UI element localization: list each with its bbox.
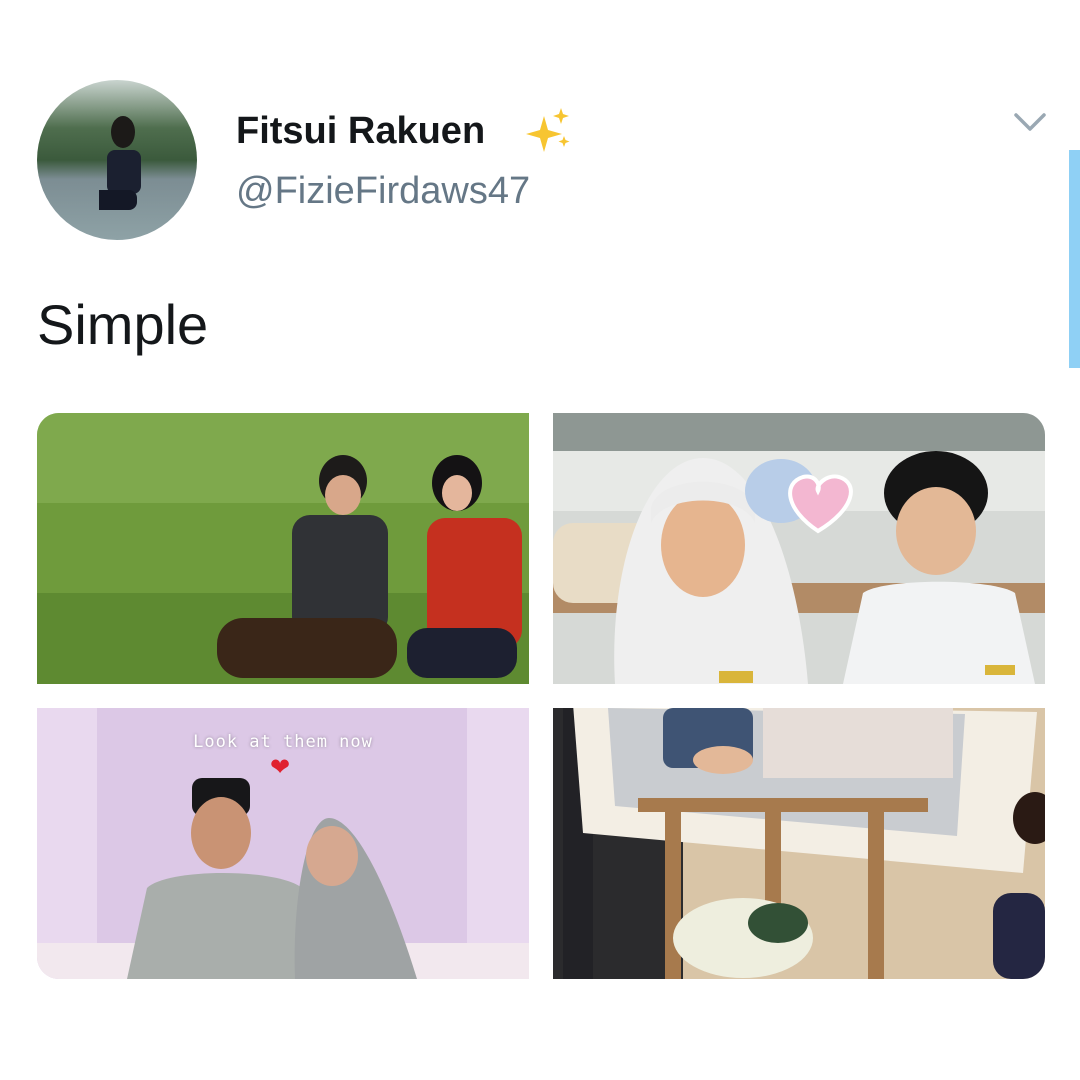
chevron-down-icon[interactable] (1012, 110, 1048, 134)
story-caption: Look at them now (193, 732, 373, 752)
avatar[interactable] (37, 80, 197, 240)
display-name[interactable]: Fitsui Rakuen (236, 110, 485, 153)
tweet-text: Simple (37, 293, 209, 356)
scroll-indicator[interactable] (1069, 150, 1080, 368)
heart-emoji: ❤ (270, 754, 291, 781)
photo-grass-couple (37, 413, 529, 684)
tweet-photo-1[interactable] (37, 413, 529, 684)
tweet-photo-3[interactable]: Look at them now ❤ (37, 708, 529, 979)
tweet-photo-2[interactable] (553, 413, 1045, 684)
tweet-photo-4[interactable] (553, 708, 1045, 979)
photo-school (553, 413, 1045, 684)
avatar-person (99, 116, 141, 210)
user-handle[interactable]: @FizieFirdaws47 (236, 170, 530, 213)
sparkles-icon (526, 108, 570, 152)
photo-easel (553, 708, 1045, 979)
